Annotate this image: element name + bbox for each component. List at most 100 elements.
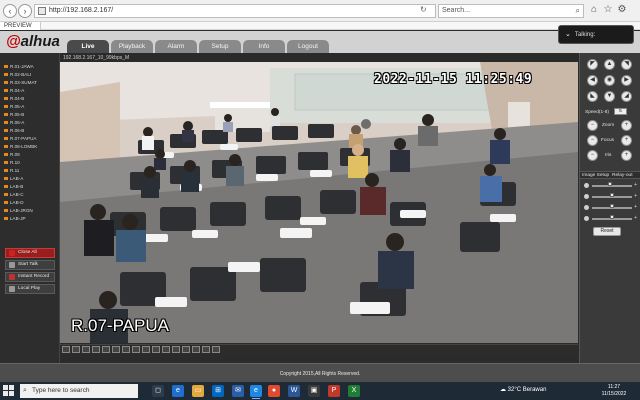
channel-item[interactable]: R.06-B: [4, 127, 56, 135]
channel-item[interactable]: R.09: [4, 151, 56, 159]
relay-out-label[interactable]: Relay-out: [612, 173, 633, 178]
layout-1-icon[interactable]: [62, 346, 70, 353]
ie-browser-icon[interactable]: e: [250, 385, 262, 399]
app-icon[interactable]: ▣: [308, 385, 320, 397]
hue-slider-knob[interactable]: [610, 215, 614, 219]
edge-browser-icon[interactable]: e: [172, 385, 184, 397]
channel-item[interactable]: LAB-JP: [4, 215, 56, 223]
layout-4-icon[interactable]: [72, 346, 80, 353]
saturation-slider[interactable]: +: [584, 204, 637, 211]
ptz-left-button[interactable]: ◀: [587, 75, 598, 86]
weather-widget[interactable]: ☁ 32°C Berawan: [500, 386, 546, 393]
browser-search-input[interactable]: Search... ⌕: [438, 4, 584, 18]
reset-button[interactable]: Reset: [593, 227, 621, 236]
tab-logout[interactable]: Logout: [287, 40, 329, 53]
talking-indicator[interactable]: ⌄ Talking:: [558, 25, 634, 44]
audio-icon[interactable]: [172, 346, 180, 353]
channel-item[interactable]: LAB-A: [4, 175, 56, 183]
channel-item[interactable]: R.08-LOMBK: [4, 143, 56, 151]
ptz-down-button[interactable]: ▼: [604, 91, 615, 102]
ratio-icon[interactable]: [192, 346, 200, 353]
task-view-icon[interactable]: ◻: [152, 385, 164, 397]
channel-item[interactable]: R.01-JAWA: [4, 63, 56, 71]
layout-custom-icon[interactable]: [122, 346, 130, 353]
instant-record-button[interactable]: Instant Record: [5, 272, 55, 282]
mail-icon[interactable]: ✉: [232, 385, 244, 397]
layout-16-icon[interactable]: [92, 346, 100, 353]
ptz-down-left-button[interactable]: ◣: [587, 91, 598, 102]
speed-select[interactable]: 5: [614, 108, 627, 115]
back-button[interactable]: ‹: [3, 4, 17, 18]
file-explorer-icon[interactable]: ▭: [192, 385, 204, 397]
contrast-slider-knob[interactable]: [610, 193, 614, 197]
iris-close-button[interactable]: −: [587, 150, 598, 161]
address-bar[interactable]: http://192.168.2.167/: [34, 4, 436, 18]
fullscreen-icon[interactable]: [132, 346, 140, 353]
fluency-icon[interactable]: [202, 346, 210, 353]
presentation-icon[interactable]: P: [328, 385, 340, 397]
ptz-up-button[interactable]: ▲: [604, 59, 615, 70]
word-icon[interactable]: W: [288, 385, 300, 397]
zoom-icon[interactable]: [162, 346, 170, 353]
channel-item[interactable]: LAB-JRGN: [4, 207, 56, 215]
saturation-slider-knob[interactable]: [610, 204, 614, 208]
video-window[interactable]: 192.168.2.167_10_99kbps_M 2022-11-15 11:…: [60, 54, 578, 343]
focus-out-button[interactable]: −: [587, 135, 598, 146]
channel-item[interactable]: R.05-B: [4, 111, 56, 119]
channel-item[interactable]: LAB-B: [4, 183, 56, 191]
ptz-center-button[interactable]: ◉: [604, 75, 615, 86]
channel-item[interactable]: LAB-C: [4, 191, 56, 199]
browser-tab[interactable]: PREVIEW: [0, 22, 41, 30]
image-setup-label[interactable]: Image Setup: [582, 173, 609, 178]
favorites-star-icon[interactable]: ☆: [602, 4, 614, 16]
layout-36-icon[interactable]: [112, 346, 120, 353]
snapshot-icon[interactable]: [142, 346, 150, 353]
home-icon[interactable]: ⌂: [588, 4, 600, 16]
channel-item[interactable]: R.06-A: [4, 119, 56, 127]
channel-item[interactable]: R.02-BALI: [4, 71, 56, 79]
brightness-slider[interactable]: +: [584, 182, 637, 189]
excel-icon[interactable]: X: [348, 385, 360, 397]
channel-item[interactable]: R.10: [4, 159, 56, 167]
tab-live[interactable]: Live: [67, 40, 109, 53]
contrast-slider[interactable]: +: [584, 193, 637, 200]
ptz-down-right-button[interactable]: ◢: [621, 91, 632, 102]
store-icon[interactable]: ⊞: [212, 385, 224, 397]
zoom-out-button[interactable]: −: [587, 120, 598, 131]
forward-button[interactable]: ›: [18, 4, 32, 18]
record-video-icon[interactable]: [152, 346, 160, 353]
channel-item[interactable]: R.11: [4, 167, 56, 175]
channel-item[interactable]: R.04-B: [4, 95, 56, 103]
ptz-up-right-button[interactable]: ◥: [621, 59, 632, 70]
gear-icon[interactable]: ⚙: [616, 4, 628, 16]
tab-info[interactable]: Info: [243, 40, 285, 53]
windows-start-icon[interactable]: [3, 385, 15, 397]
refresh-icon[interactable]: ↻: [420, 5, 427, 14]
tab-setup[interactable]: Setup: [199, 40, 241, 53]
ptz-right-button[interactable]: ▶: [621, 75, 632, 86]
channel-item[interactable]: R.03-SUMAT: [4, 79, 56, 87]
layout-25-icon[interactable]: [102, 346, 110, 353]
taskbar-clock[interactable]: 11:27 11/15/2022: [594, 384, 634, 398]
layout-9-icon[interactable]: [82, 346, 90, 353]
stream-icon[interactable]: [182, 346, 190, 353]
search-icon[interactable]: ⌕: [576, 5, 580, 17]
tab-alarm[interactable]: Alarm: [155, 40, 197, 53]
channel-item[interactable]: R.07-PAPUA: [4, 135, 56, 143]
brightness-slider-knob[interactable]: [608, 182, 613, 186]
channel-item[interactable]: LAB-D: [4, 199, 56, 207]
hue-slider[interactable]: +: [584, 215, 637, 222]
local-play-button[interactable]: Local Play: [5, 284, 55, 294]
close-window-icon[interactable]: [212, 346, 220, 353]
channel-item[interactable]: R.04-A: [4, 87, 56, 95]
chrome-browser-icon[interactable]: ●: [268, 385, 280, 397]
channel-item[interactable]: R.05-A: [4, 103, 56, 111]
zoom-in-button[interactable]: +: [621, 120, 632, 131]
start-talk-button[interactable]: Start Talk: [5, 260, 55, 270]
ptz-up-left-button[interactable]: ◤: [587, 59, 598, 70]
tab-playback[interactable]: Playback: [111, 40, 153, 53]
taskbar-search-input[interactable]: ⌕ Type here to search: [20, 384, 138, 398]
close-all-button[interactable]: Close All: [5, 248, 55, 258]
iris-open-button[interactable]: +: [621, 150, 632, 161]
focus-in-button[interactable]: +: [621, 135, 632, 146]
